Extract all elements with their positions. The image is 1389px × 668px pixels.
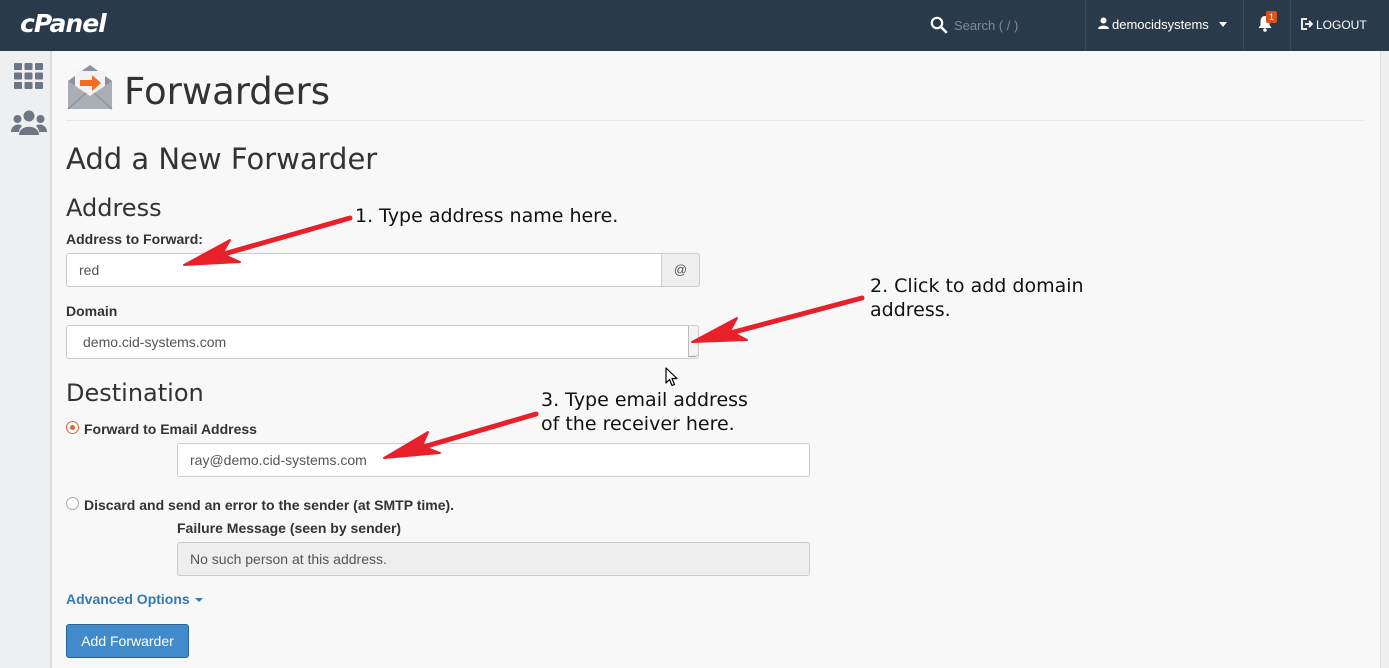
advanced-options-label: Advanced Options [66,591,190,607]
destination-heading: Destination [66,379,204,407]
domain-select[interactable]: demo.cid-systems.com [66,325,699,359]
forward-to-email-radio[interactable] [66,421,79,434]
discard-with-error-radio[interactable] [66,497,79,510]
address-to-forward-label: Address to Forward: [66,231,203,247]
user-icon [1098,17,1109,29]
top-navbar: cPanel democidsystems 1 LOGOUT [0,0,1389,51]
cpanel-logo[interactable]: cPanel [20,9,107,38]
failure-message-label: Failure Message (seen by sender) [177,520,402,536]
divider [66,120,1364,121]
logout-icon [1301,18,1313,30]
destination-email-input[interactable]: ray@demo.cid-systems.com [177,443,810,477]
apps-grid-icon[interactable] [14,63,43,89]
scrollbar[interactable] [1380,51,1389,668]
notifications-button[interactable]: 1 [1244,0,1290,51]
section-title: Add a New Forwarder [66,142,378,176]
sidebar [0,51,52,668]
domain-label: Domain [66,303,118,319]
notification-count-badge: 1 [1266,11,1278,23]
annotation-note-2: 2. Click to add domain address. [870,275,1084,321]
discard-with-error-label[interactable]: Discard and send an error to the sender … [84,497,454,513]
add-forwarder-button[interactable]: Add Forwarder [66,624,189,658]
logout-label: LOGOUT [1316,18,1367,32]
search-box[interactable] [920,0,1086,51]
failure-message-input[interactable]: No such person at this address. [177,542,810,576]
search-icon [930,16,948,34]
page-title: Forwarders [124,70,331,113]
users-icon[interactable] [11,110,47,136]
username-label: democidsystems [1112,17,1209,32]
address-heading: Address [66,194,162,222]
annotation-arrow-2-head [691,317,748,343]
mouse-cursor-icon [665,367,678,387]
annotation-note-1: 1. Type address name here. [355,205,619,227]
annotation-arrow-2 [701,295,865,343]
at-symbol-addon: @ [661,253,700,287]
address-to-forward-input[interactable]: red [66,253,662,287]
forward-to-email-label[interactable]: Forward to Email Address [84,421,257,437]
logout-button[interactable]: LOGOUT [1291,0,1389,51]
annotation-note-3: 3. Type email address of the receiver he… [541,389,748,435]
caret-down-icon [194,598,203,603]
search-input[interactable] [954,14,1074,36]
domain-dropdown-button[interactable] [688,326,698,357]
advanced-options-toggle[interactable]: Advanced Options [66,591,203,607]
user-menu[interactable]: democidsystems [1086,0,1243,51]
forwarders-icon [67,65,113,110]
chevron-down-icon [1219,22,1227,27]
